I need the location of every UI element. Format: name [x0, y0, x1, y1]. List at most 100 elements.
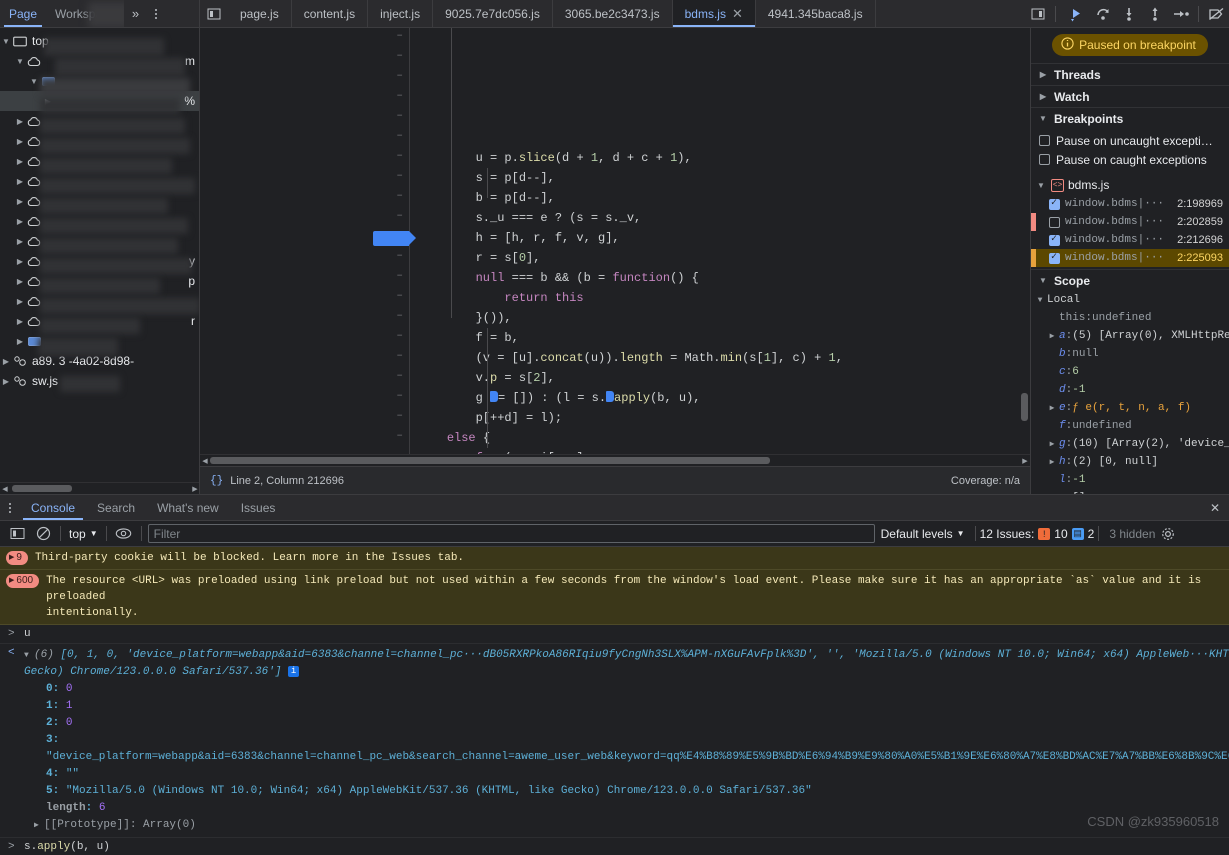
hidden-messages-count[interactable]: 3 hidden [1103, 527, 1155, 541]
execution-context-selector[interactable]: top ▼ [65, 527, 102, 541]
line-number[interactable]: – [396, 210, 403, 222]
breakpoint-file-group[interactable]: ▼ <> bdms.js [1031, 175, 1229, 195]
line-number[interactable]: – [396, 90, 403, 102]
chevron-right-icon[interactable]: ▶ [0, 377, 12, 386]
chevron-right-icon[interactable]: ▶ [14, 197, 26, 206]
nav-tab-page[interactable]: Page [0, 0, 46, 27]
breakpoint-checkbox[interactable] [1049, 216, 1060, 228]
line-number[interactable]: – [396, 290, 403, 302]
console-input-echo[interactable]: > s.apply(b, u) [0, 838, 1229, 855]
chevron-down-icon[interactable]: ▼ [28, 77, 40, 86]
info-icon[interactable]: i [288, 666, 300, 677]
line-number[interactable]: – [396, 30, 403, 42]
line-number[interactable]: – [396, 390, 403, 402]
scope-variable[interactable]: d: -1 [1031, 381, 1229, 399]
chevron-down-icon[interactable]: ▼ [24, 647, 34, 664]
line-number[interactable]: – [396, 430, 403, 442]
breakpoint-checkbox[interactable] [1049, 233, 1060, 246]
console-sidebar-icon[interactable] [4, 522, 30, 546]
drawer-tab-search[interactable]: Search [86, 495, 146, 520]
close-icon[interactable]: ✕ [732, 7, 743, 20]
chevron-right-icon[interactable]: ▶ [14, 297, 26, 306]
issues-summary[interactable]: 12 Issues: ! 10 ▤ 2 [980, 527, 1095, 541]
scope-variable[interactable]: ▶ e: ƒ e(r, t, n, a, f) [1031, 399, 1229, 417]
chevron-right-icon[interactable]: ▶ [1045, 439, 1059, 449]
line-number[interactable]: – [396, 270, 403, 282]
file-tab-content-js[interactable]: content.js [292, 0, 369, 27]
scope-variable[interactable]: l: -1 [1031, 471, 1229, 489]
code-line[interactable]: r = s[0], [418, 248, 1030, 268]
drawer-tab-whats-new[interactable]: What's new [146, 495, 230, 520]
array-property-row[interactable]: 0: 0 [24, 681, 1229, 698]
array-property-row[interactable]: length: 6 [24, 800, 1229, 817]
code-line[interactable]: null === b && (b = function() { [418, 268, 1030, 288]
line-number[interactable]: – [396, 410, 403, 422]
code-line[interactable]: f = b, [418, 328, 1030, 348]
scope-variable[interactable]: c: 6 [1031, 363, 1229, 381]
navigator-horizontal-scrollbar[interactable]: ◀ ▶ [0, 482, 199, 494]
chevron-right-icon[interactable]: ▶ [1045, 457, 1059, 467]
console-warning-message[interactable]: ▶ 9 Third-party cookie will be blocked. … [0, 547, 1229, 570]
more-tabs-icon[interactable] [1025, 0, 1051, 27]
source-code[interactable]: u = p.slice(d + 1, d + c + 1), s = p[d--… [410, 28, 1030, 454]
scroll-left-icon[interactable]: ◀ [0, 485, 10, 493]
breakpoint-item[interactable]: window.bdms|··· 2:198969 [1031, 195, 1229, 213]
chevron-down-icon[interactable]: ▼ [14, 57, 26, 66]
deactivate-breakpoints-button[interactable] [1203, 0, 1229, 27]
console-result[interactable]: < ▼ (6) [0, 1, 0, 'device_platform=webapp… [0, 644, 1229, 838]
array-summary[interactable]: ▼ (6) [0, 1, 0, 'device_platform=webapp&a… [24, 647, 1229, 681]
chevron-right-icon[interactable]: ▶ [14, 117, 26, 126]
chevron-right-icon[interactable]: ▶ [0, 357, 12, 366]
drawer-tab-issues[interactable]: Issues [230, 495, 287, 520]
prototype-row[interactable]: ▶ [[Prototype]]: Array(0) [24, 817, 1229, 834]
line-number[interactable]: – [396, 370, 403, 382]
editor-vertical-scrollbar[interactable] [1019, 28, 1030, 454]
scope-variable[interactable]: ▶ g: (10) [Array(2), 'device_ [1031, 435, 1229, 453]
navigator-more-options-button[interactable] [147, 0, 165, 27]
line-number[interactable]: – [396, 170, 403, 182]
line-number[interactable]: – [396, 110, 403, 122]
chevron-right-icon[interactable]: ▶ [14, 217, 26, 226]
editor-horizontal-scrollbar[interactable]: ◀ ▶ [200, 454, 1030, 466]
section-breakpoints[interactable]: ▼ Breakpoints [1031, 107, 1229, 129]
section-scope[interactable]: ▼ Scope [1031, 269, 1229, 291]
scroll-right-icon[interactable]: ▶ [190, 485, 199, 493]
code-line[interactable]: s = p[d--], [418, 168, 1030, 188]
line-number[interactable]: – [396, 70, 403, 82]
file-tab-9025[interactable]: 9025.7e7dc056.js [433, 0, 553, 27]
clear-console-icon[interactable] [30, 522, 56, 546]
code-line[interactable]: v.p = s[2], [418, 368, 1030, 388]
drawer-close-button[interactable]: ✕ [1201, 495, 1229, 520]
live-expression-icon[interactable] [111, 522, 137, 546]
console-filter-input[interactable]: Filter [147, 524, 875, 543]
section-watch[interactable]: ▶ Watch [1031, 85, 1229, 107]
code-line[interactable]: s._u === e ? (s = s._v, [418, 208, 1030, 228]
scrollbar-thumb[interactable] [12, 485, 72, 492]
array-property-row[interactable]: 2: 0 [24, 715, 1229, 732]
drawer-tab-console[interactable]: Console [20, 495, 86, 520]
step-out-button[interactable] [1142, 0, 1168, 27]
nav-tab-workspace[interactable]: Workspace [46, 0, 124, 27]
message-count-badge[interactable]: ▶ 600 [6, 574, 40, 588]
code-line[interactable]: g = []) : (l = s. apply(b, u), [418, 388, 1030, 408]
line-number[interactable]: – [396, 130, 403, 142]
pause-on-caught-exceptions-option[interactable]: Pause on caught exceptions [1031, 150, 1229, 169]
code-line[interactable]: else { [418, 428, 1030, 448]
chevron-right-icon[interactable]: ▶ [14, 177, 26, 186]
line-number[interactable]: – [396, 250, 403, 262]
resume-button[interactable] [1064, 0, 1090, 27]
code-line[interactable]: b = p[d--], [418, 188, 1030, 208]
scope-variable[interactable]: ▶ a: (5) [Array(0), XMLHttpRe [1031, 327, 1229, 345]
line-number[interactable]: – [396, 350, 403, 362]
scope-variable[interactable]: ▶ h: (2) [0, null] [1031, 453, 1229, 471]
scope-variable[interactable]: b: null [1031, 345, 1229, 363]
message-count-badge[interactable]: ▶ 9 [6, 551, 28, 565]
inline-value-chip[interactable] [606, 391, 615, 402]
step-button[interactable] [1168, 0, 1194, 27]
chevron-right-icon[interactable]: ▶ [34, 817, 44, 834]
file-tab-4941[interactable]: 4941.345baca8.js [756, 0, 876, 27]
file-tab-inject-js[interactable]: inject.js [368, 0, 434, 27]
log-levels-selector[interactable]: Default levels ▼ [875, 527, 971, 541]
code-line[interactable]: }()), [418, 308, 1030, 328]
checkbox[interactable] [1039, 135, 1050, 146]
